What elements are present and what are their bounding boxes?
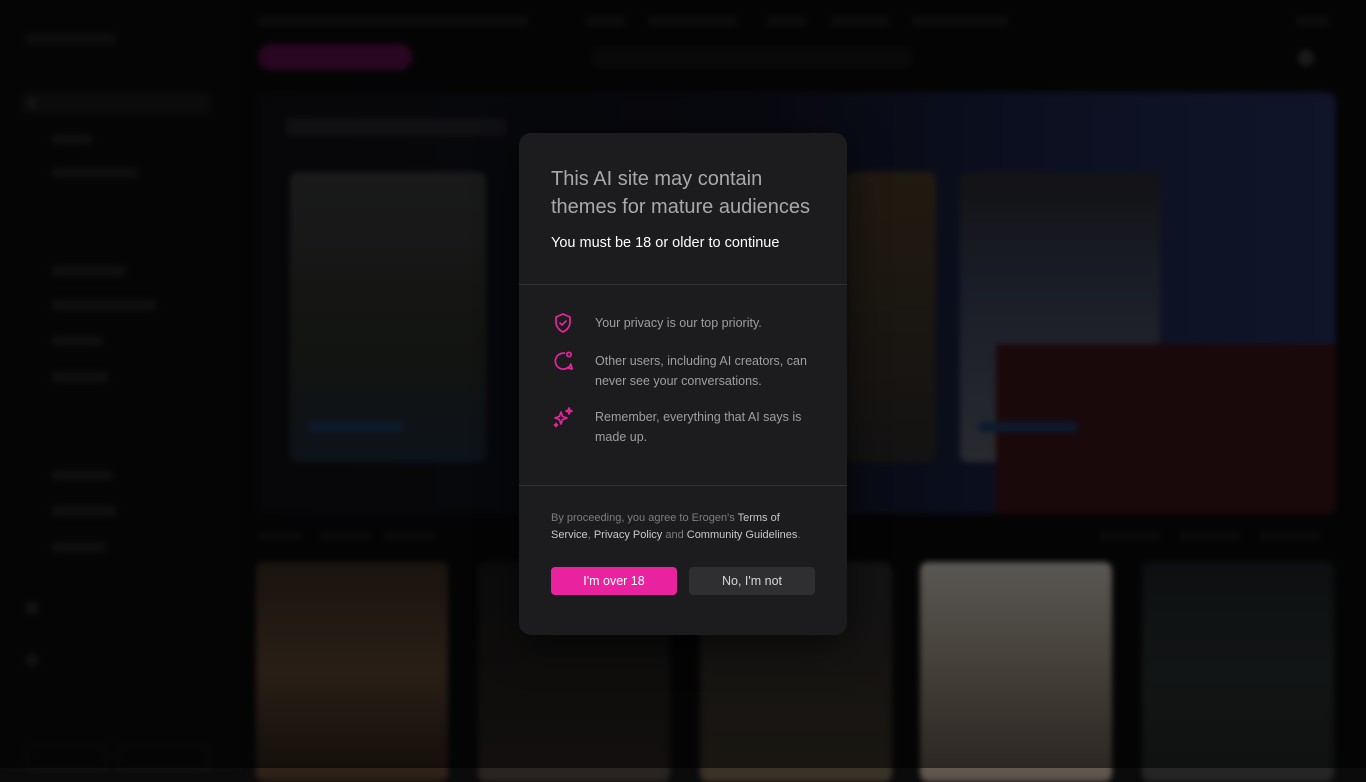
modal-title: This AI site may contain themes for matu…	[551, 168, 811, 218]
sparkles-icon	[551, 405, 575, 429]
info-text: Your privacy is our top priority.	[595, 316, 762, 330]
chat-bubble-icon	[551, 349, 575, 373]
modal-actions: I'm over 18 No, I'm not	[551, 567, 815, 595]
privacy-policy-link[interactable]: Privacy Policy	[594, 529, 662, 541]
info-item-privacy: Your privacy is our top priority.	[551, 311, 815, 335]
modal-footer: By proceeding, you agree to Erogen's Ter…	[519, 486, 847, 595]
info-text: Remember, everything that AI says is mad…	[595, 410, 802, 444]
info-list: Your privacy is our top priority. Other …	[519, 285, 847, 486]
age-verification-modal: This AI site may contain themes for matu…	[519, 133, 847, 635]
shield-check-icon	[551, 311, 575, 335]
legal-suffix: .	[797, 529, 801, 541]
community-guidelines-link[interactable]: Community Guidelines	[687, 529, 798, 541]
info-item-disclaimer: Remember, everything that AI says is mad…	[551, 405, 815, 447]
info-text: Other users, including AI creators, can …	[595, 354, 807, 388]
legal-separator: and	[662, 529, 687, 541]
modal-header: This AI site may contain themes for matu…	[519, 133, 847, 285]
modal-subtitle: You must be 18 or older to continue	[551, 235, 780, 251]
decline-age-button[interactable]: No, I'm not	[689, 567, 815, 595]
legal-prefix: By proceeding, you agree to Erogen's	[551, 512, 738, 524]
legal-notice: By proceeding, you agree to Erogen's Ter…	[551, 510, 815, 544]
confirm-age-button[interactable]: I'm over 18	[551, 567, 677, 595]
info-item-conversations: Other users, including AI creators, can …	[551, 349, 815, 391]
